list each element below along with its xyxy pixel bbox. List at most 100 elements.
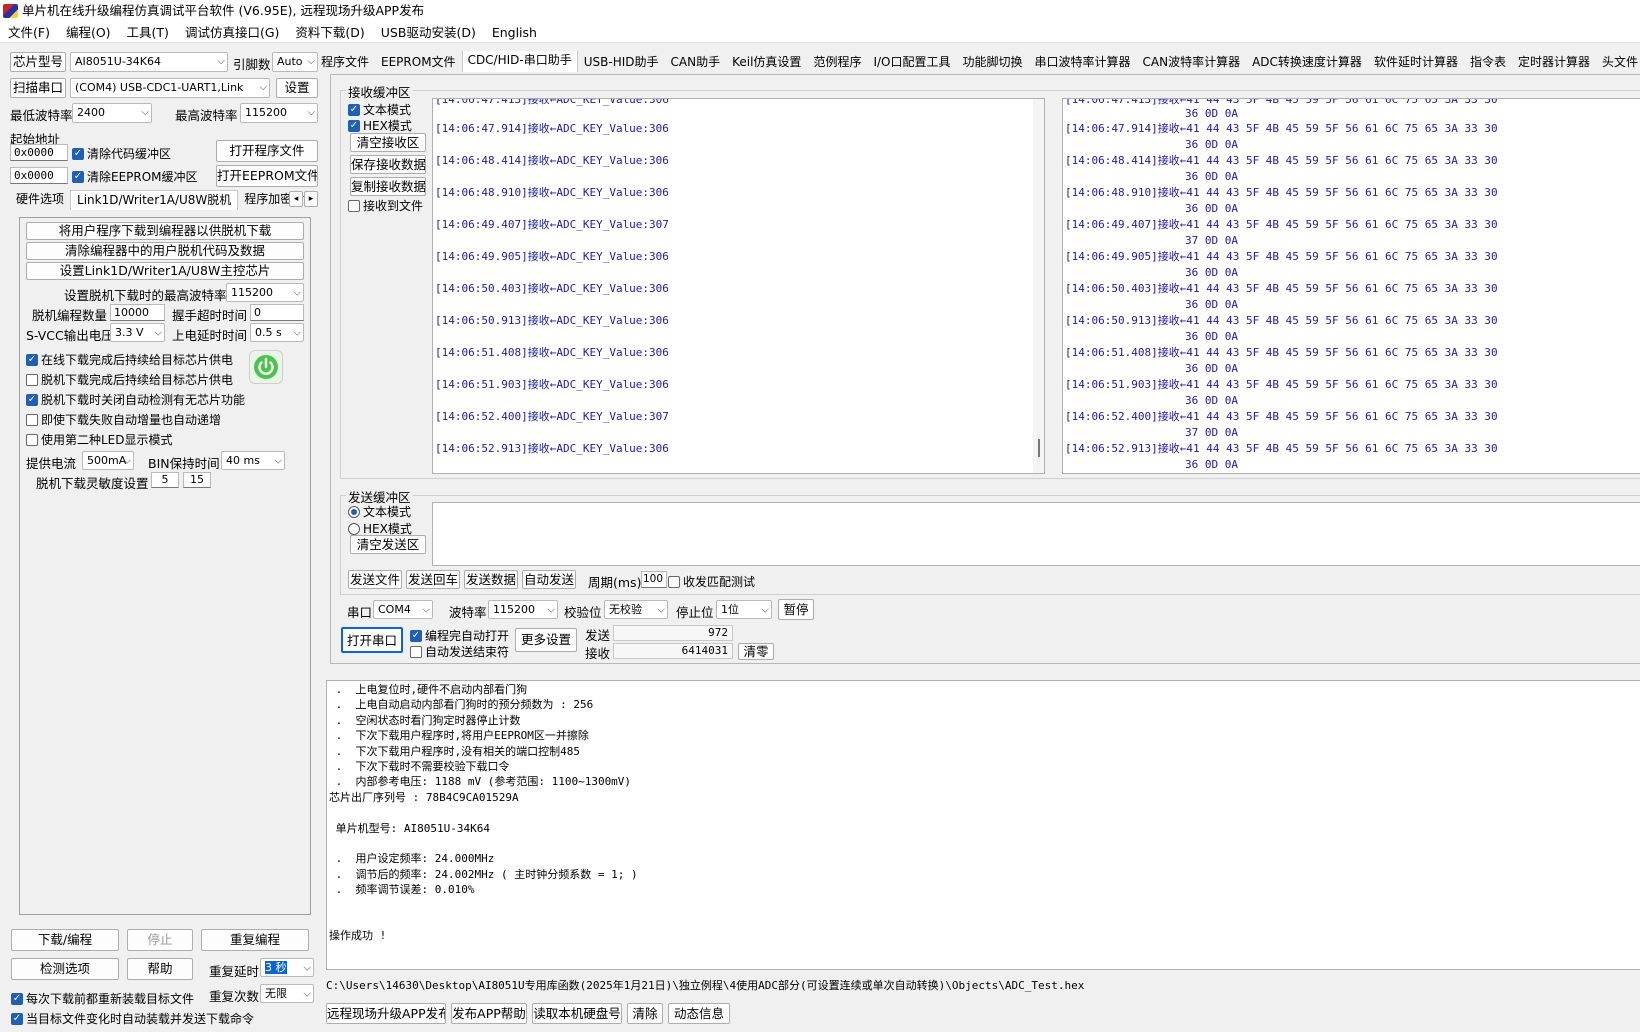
pause-button[interactable]: 暂停 — [778, 599, 814, 620]
tab-offline-programmer[interactable]: Link1D/Writer1A/U8W脱机 — [70, 190, 239, 210]
download-to-programmer-button[interactable]: 将用户程序下载到编程器以供脱机下载 — [26, 222, 304, 240]
rx-hex-area[interactable]: [14:06:47.413]接收←41 44 43 5F 4B 45 59 5F… — [1062, 98, 1640, 474]
menu-program[interactable]: 编程(O) — [58, 22, 119, 42]
open-serial-port-button[interactable]: 打开串口 — [341, 627, 403, 653]
tab-9[interactable]: 串口波特率计算器 — [1029, 51, 1137, 72]
clear-tx-button[interactable]: 清空发送区 — [350, 535, 426, 554]
port-select[interactable]: (COM4) USB-CDC1-UART1,Link ⌵ — [70, 78, 270, 98]
tab-scroll-right-icon[interactable]: ▸ — [304, 191, 318, 207]
serial-port-select[interactable]: COM4 ⌵ — [373, 600, 433, 619]
tab-12[interactable]: 软件延时计算器 — [1368, 51, 1464, 72]
handshake-timeout-input[interactable]: 0 — [250, 304, 304, 321]
more-settings-button[interactable]: 更多设置 — [515, 628, 577, 652]
menu-debug-interface[interactable]: 调试仿真接口(G) — [177, 22, 287, 42]
offline-max-baud-select[interactable]: 115200 ⌵ — [226, 283, 304, 302]
code-start-address-input[interactable]: 0x0000 — [10, 144, 68, 161]
rx-text-mode-checkbox[interactable]: ✓ 文本模式 — [348, 101, 411, 118]
option-checkbox[interactable]: ✓ 脱机下载时关闭自动检测有无芯片功能 — [26, 391, 245, 408]
period-input[interactable]: 100 — [641, 571, 667, 588]
dynamic-info-button[interactable]: 动态信息 — [668, 1003, 730, 1024]
max-baud-select[interactable]: 115200 ⌵ — [240, 103, 318, 123]
menu-usb-driver[interactable]: USB驱动安装(D) — [373, 22, 484, 42]
supply-current-select[interactable]: 500mA ⌵ — [82, 451, 134, 470]
tab-4[interactable]: CAN助手 — [665, 51, 727, 72]
option-checkbox[interactable]: 使用第二种LED显示模式 — [26, 431, 173, 448]
option-checkbox[interactable]: 即使下载失败自动增量也自动递增 — [26, 411, 221, 428]
clear-log-button[interactable]: 清除 — [627, 1003, 663, 1024]
baud-rate-select[interactable]: 115200 ⌵ — [488, 600, 558, 619]
repeat-delay-select[interactable]: 3 秒 ⌵ — [260, 958, 314, 977]
help-button[interactable]: 帮助 — [127, 958, 193, 980]
menu-downloads[interactable]: 资料下载(D) — [287, 22, 372, 42]
chip-model-button[interactable]: 芯片型号 — [10, 52, 66, 72]
repeat-count-select[interactable]: 无限 ⌵ — [260, 984, 314, 1003]
rx-to-file-checkbox[interactable]: 接收到文件 — [348, 197, 423, 214]
parity-select[interactable]: 无校验 ⌵ — [604, 600, 668, 619]
tab-scroll-left-icon[interactable]: ◂ — [289, 191, 303, 207]
tab-8[interactable]: 功能脚切换 — [956, 51, 1028, 72]
tab-1[interactable]: EEPROM文件 — [375, 51, 462, 72]
power-delay-select[interactable]: 0.5 s ⌵ — [250, 323, 304, 342]
download-program-button[interactable]: 下载/编程 — [11, 929, 119, 951]
min-baud-select[interactable]: 2400 ⌵ — [72, 103, 152, 123]
clear-programmer-code-button[interactable]: 清除编程器中的用户脱机代码及数据 — [26, 242, 304, 260]
pins-select[interactable]: Auto ⌵ — [272, 52, 318, 72]
menu-file[interactable]: 文件(F) — [0, 22, 58, 42]
sensitivity-input-1[interactable]: 5 — [151, 472, 179, 488]
tab-13[interactable]: 指令表 — [1464, 51, 1512, 72]
tx-text-area[interactable] — [432, 502, 1640, 566]
power-icon[interactable] — [249, 350, 283, 384]
tab-6[interactable]: 范例程序 — [807, 51, 867, 72]
offline-count-input[interactable]: 10000 — [110, 304, 165, 321]
remote-app-publish-button[interactable]: 远程现场升级APP发布 — [326, 1003, 446, 1024]
stop-button[interactable]: 停止 — [127, 929, 193, 951]
rx-text-scroll-thumb[interactable] — [1038, 439, 1040, 457]
reload-before-download-checkbox[interactable]: ✓ 每次下载前都重新装载目标文件 — [11, 990, 194, 1007]
rx-hex-mode-checkbox[interactable]: ✓ HEX模式 — [348, 117, 412, 134]
tab-14[interactable]: 定时器计算器 — [1512, 51, 1596, 72]
set-master-chip-button[interactable]: 设置Link1D/Writer1A/U8W主控芯片 — [26, 262, 304, 280]
bin-hold-select[interactable]: 40 ms ⌵ — [221, 451, 285, 470]
output-log-area[interactable]: . 上电复位时,硬件不启动内部看门狗 . 上电自动启动内部看门狗时的预分频数为 … — [326, 680, 1640, 970]
tab-15[interactable]: 头文件 — [1596, 51, 1640, 72]
menu-english[interactable]: English — [484, 22, 545, 42]
check-options-button[interactable]: 检测选项 — [11, 958, 119, 980]
save-rx-data-button[interactable]: 保存接收数据 — [350, 155, 426, 174]
repeat-program-button[interactable]: 重复编程 — [201, 929, 309, 951]
menu-tools[interactable]: 工具(T) — [119, 22, 177, 42]
scan-port-button[interactable]: 扫描串口 — [10, 78, 66, 98]
tab-7[interactable]: I/O口配置工具 — [867, 51, 956, 72]
copy-rx-data-button[interactable]: 复制接收数据 — [350, 177, 426, 196]
tab-hardware-options[interactable]: 硬件选项 — [10, 190, 70, 210]
rx-text-scrollbar[interactable] — [1033, 99, 1044, 473]
match-test-checkbox[interactable]: 收发匹配测试 — [668, 573, 755, 590]
rx-text-area[interactable]: [14:06:47.413]接收←ADC_KEY_Value:306 [14:06… — [432, 98, 1045, 474]
clear-code-buffer-checkbox[interactable]: ✓ 清除代码缓冲区 — [72, 145, 171, 162]
settings-button[interactable]: 设置 — [276, 78, 318, 98]
tab-3[interactable]: USB-HID助手 — [578, 51, 665, 72]
chip-model-select[interactable]: AI8051U-34K64 ⌵ — [70, 52, 228, 72]
tx-text-mode-radio[interactable]: 文本模式 — [348, 503, 411, 520]
send-enter-button[interactable]: 发送回车 — [406, 570, 460, 589]
send-data-button[interactable]: 发送数据 — [464, 570, 518, 589]
publish-app-help-button[interactable]: 发布APP帮助 — [451, 1003, 527, 1024]
clear-eeprom-buffer-checkbox[interactable]: ✓ 清除EEPROM缓冲区 — [72, 168, 198, 185]
send-file-button[interactable]: 发送文件 — [348, 570, 402, 589]
sensitivity-input-2[interactable]: 15 — [183, 472, 211, 488]
clear-counters-button[interactable]: 清零 — [738, 643, 774, 660]
open-eeprom-file-button[interactable]: 打开EEPROM文件 — [216, 165, 318, 187]
auto-load-on-change-checkbox[interactable]: ✓ 当目标文件变化时自动装载并发送下载命令 — [11, 1010, 254, 1027]
read-disk-id-button[interactable]: 读取本机硬盘号 — [532, 1003, 622, 1024]
tab-11[interactable]: ADC转换速度计算器 — [1246, 51, 1368, 72]
tab-0[interactable]: 程序文件 — [315, 51, 375, 72]
tab-10[interactable]: CAN波特率计算器 — [1137, 51, 1247, 72]
svcc-select[interactable]: 3.3 V ⌵ — [110, 323, 165, 342]
option-checkbox[interactable]: ✓ 在线下载完成后持续给目标芯片供电 — [26, 351, 233, 368]
eeprom-start-address-input[interactable]: 0x0000 — [10, 167, 68, 184]
stop-bits-select[interactable]: 1位 ⌵ — [716, 600, 772, 619]
option-checkbox[interactable]: 脱机下载完成后持续给目标芯片供电 — [26, 371, 233, 388]
clear-rx-button[interactable]: 清空接收区 — [350, 133, 426, 152]
auto-open-after-program-checkbox[interactable]: ✓ 编程完自动打开 — [410, 627, 509, 644]
auto-send-terminator-checkbox[interactable]: 自动发送结束符 — [410, 643, 509, 660]
tab-2[interactable]: CDC/HID-串口助手 — [461, 51, 578, 72]
